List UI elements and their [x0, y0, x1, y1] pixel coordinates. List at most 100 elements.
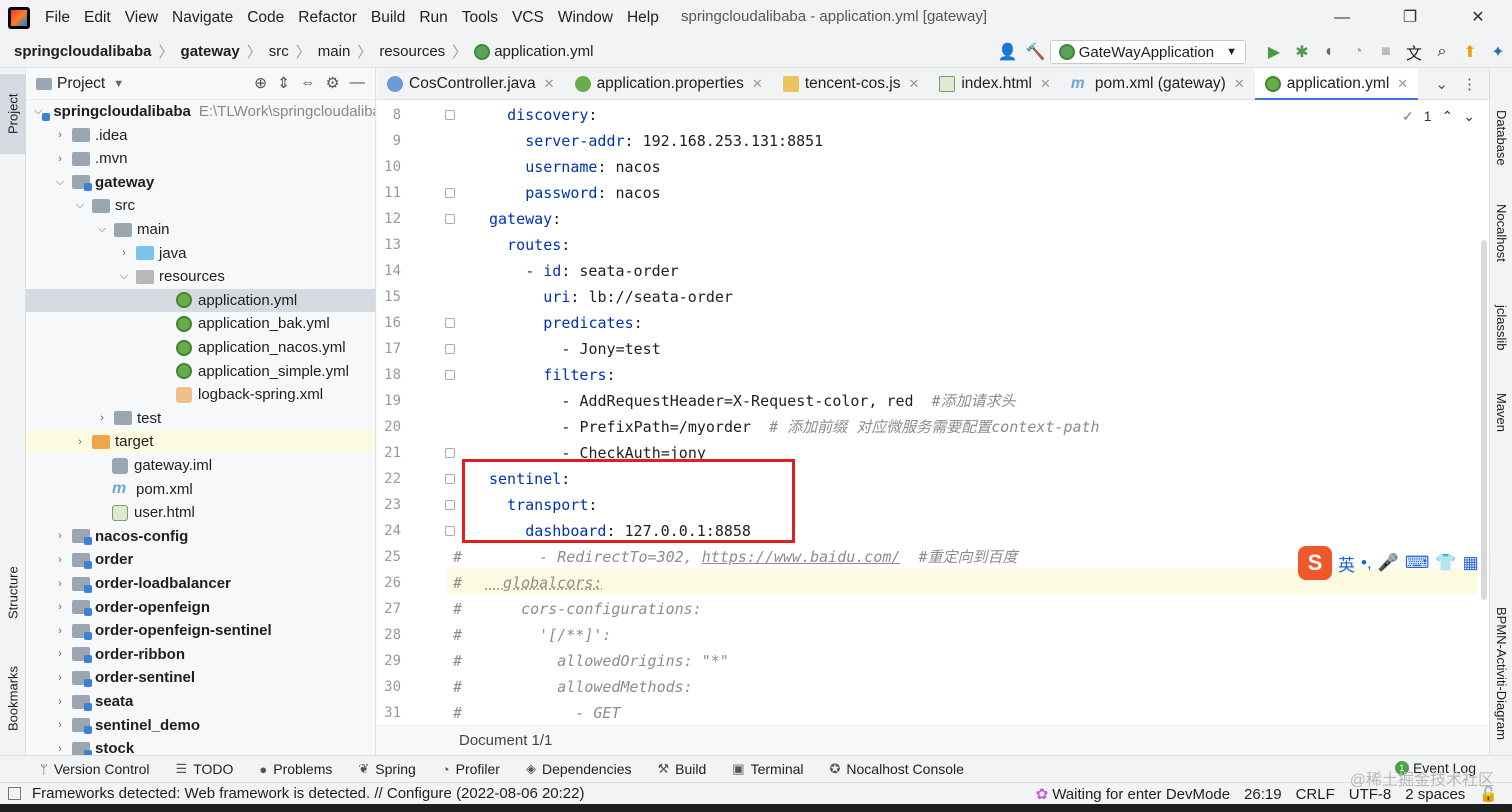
chevron-right-icon[interactable]: ›	[54, 672, 66, 684]
menu-vcs[interactable]: VCS	[505, 9, 551, 27]
chevron-right-icon[interactable]: ›	[54, 696, 66, 708]
tree-item[interactable]: › order-openfeign-sentinel	[26, 619, 375, 642]
more-icon[interactable]: ⋮	[1462, 75, 1477, 93]
tree-item[interactable]: › stock	[26, 737, 375, 755]
tree-item[interactable]: ⌵ gateway	[26, 171, 375, 194]
user-icon[interactable]: 👤	[995, 39, 1021, 65]
profile-icon[interactable]: ◔	[1345, 39, 1371, 65]
microphone-icon[interactable]: 🎤	[1378, 553, 1399, 573]
status-toggle-icon[interactable]	[8, 787, 21, 800]
chevron-down-icon[interactable]: ⌵	[118, 270, 130, 283]
tree-item[interactable]: logback-spring.xml	[26, 383, 375, 406]
stop-icon[interactable]: ■	[1373, 39, 1399, 65]
tree-item[interactable]: › order	[26, 548, 375, 571]
bookmarks-tool-tab[interactable]: Bookmarks	[0, 648, 26, 748]
breadcrumb-file[interactable]: application.yml	[494, 43, 593, 60]
tree-item[interactable]: ⌵ main	[26, 218, 375, 241]
tree-item[interactable]: › target	[26, 430, 375, 454]
grid-icon[interactable]: ▦	[1463, 553, 1479, 573]
line-separator[interactable]: CRLF	[1296, 786, 1335, 803]
chevron-right-icon[interactable]: ›	[54, 625, 66, 637]
chevron-right-icon[interactable]: ›	[54, 601, 66, 613]
tree-item[interactable]: › sentinel_demo	[26, 714, 375, 737]
breadcrumb-resources[interactable]: resources	[379, 43, 445, 60]
tool-problems[interactable]: ● Problems	[259, 761, 332, 777]
tree-item[interactable]: › test	[26, 407, 375, 430]
plugin-icon[interactable]: ✦	[1485, 39, 1511, 65]
caret-position[interactable]: 26:19	[1244, 786, 1282, 803]
restore-button[interactable]: ❐	[1376, 0, 1444, 36]
gear-icon[interactable]: ⚙	[326, 74, 340, 93]
chevron-down-icon[interactable]: ⌵	[54, 176, 66, 189]
chevron-right-icon[interactable]: ›	[54, 578, 66, 590]
tree-item[interactable]: application_nacos.yml	[26, 336, 375, 359]
fold-marker-icon[interactable]	[445, 214, 455, 224]
update-icon[interactable]: ⬆	[1457, 39, 1483, 65]
chevron-right-icon[interactable]: ›	[54, 648, 66, 660]
tree-item[interactable]: › order-loadbalancer	[26, 572, 375, 595]
tree-item[interactable]: user.html	[26, 501, 375, 524]
locate-icon[interactable]: ⊕	[254, 74, 267, 93]
menu-file[interactable]: File	[38, 9, 77, 27]
menu-run[interactable]: Run	[412, 9, 454, 27]
maven-tool-tab[interactable]: Maven	[1490, 388, 1512, 438]
comment-link[interactable]: https://www.baidu.com/	[702, 548, 901, 566]
menu-window[interactable]: Window	[551, 9, 620, 27]
status-message[interactable]: Frameworks detected: Web framework is de…	[32, 785, 585, 802]
coverage-icon[interactable]: ◐	[1317, 39, 1343, 65]
chevron-right-icon[interactable]: ›	[54, 530, 66, 542]
tab-pom-xml-gateway-[interactable]: m pom.xml (gateway) ✕	[1061, 68, 1255, 100]
close-tab-icon[interactable]: ✕	[1397, 76, 1408, 92]
debug-icon[interactable]: ✱	[1289, 39, 1315, 65]
menu-code[interactable]: Code	[240, 9, 291, 27]
tree-item[interactable]: › seata	[26, 690, 375, 713]
ime-punct-toggle[interactable]: •,	[1361, 553, 1372, 573]
menu-tools[interactable]: Tools	[455, 9, 505, 27]
breadcrumb-project[interactable]: springcloudalibaba	[14, 43, 152, 60]
tree-item[interactable]: › .idea	[26, 124, 375, 147]
chevron-down-icon[interactable]: ⌵	[96, 223, 108, 236]
search-icon[interactable]: ⌕	[1429, 39, 1455, 65]
chevron-right-icon[interactable]: ›	[54, 153, 66, 165]
close-tab-icon[interactable]: ✕	[908, 76, 919, 92]
nocalhost-tool-tab[interactable]: Nocalhost	[1490, 198, 1512, 268]
fold-marker-icon[interactable]	[445, 188, 455, 198]
fold-marker-icon[interactable]	[445, 344, 455, 354]
tab-tencent-cos-js[interactable]: tencent-cos.js ✕	[773, 68, 930, 100]
chevron-down-icon[interactable]: ⌵	[74, 199, 86, 212]
tool-dependencies[interactable]: ◈ Dependencies	[526, 761, 632, 777]
tab-index-html[interactable]: index.html ✕	[929, 68, 1061, 100]
skin-icon[interactable]: 👕	[1435, 553, 1456, 573]
fold-marker-icon[interactable]	[445, 318, 455, 328]
inspection-widget[interactable]: ✓ 1 ⌃ ⌄	[1402, 108, 1475, 125]
chevron-right-icon[interactable]: ›	[118, 247, 130, 259]
expand-all-icon[interactable]: ⇕	[277, 74, 290, 93]
chevron-down-icon[interactable]: ⌄	[1463, 108, 1475, 125]
tab-coscontroller-java[interactable]: CosController.java ✕	[377, 68, 565, 100]
tab-application-properties[interactable]: application.properties ✕	[565, 68, 773, 100]
tree-item[interactable]: › .mvn	[26, 147, 375, 170]
code-editor[interactable]: 8 9 10 11 12 13 14 15 16 17 18 19 20 21 22 23 24 25 26 27 28…	[377, 100, 1489, 725]
fold-marker-icon[interactable]	[445, 448, 455, 458]
tool-spring[interactable]: ❦ Spring	[358, 761, 415, 777]
menu-view[interactable]: View	[118, 9, 165, 27]
bpmn-tool-tab[interactable]: BPMN-Activiti-Diagram	[1490, 598, 1512, 748]
tree-item[interactable]: › order-ribbon	[26, 643, 375, 666]
close-tab-icon[interactable]: ✕	[1040, 76, 1051, 92]
tree-item[interactable]: application_bak.yml	[26, 312, 375, 335]
breadcrumb-main[interactable]: main	[318, 43, 351, 60]
tree-item[interactable]: m pom.xml	[26, 478, 375, 501]
tree-item[interactable]: › order-sentinel	[26, 666, 375, 689]
tree-item[interactable]: › nacos-config	[26, 525, 375, 548]
fold-marker-icon[interactable]	[445, 110, 455, 120]
project-panel-title[interactable]: Project	[57, 75, 105, 93]
devmode-status[interactable]: Waiting for enter DevMode	[1052, 786, 1230, 803]
chevron-right-icon[interactable]: ›	[54, 719, 66, 731]
tree-item[interactable]: › java	[26, 242, 375, 265]
chevron-up-icon[interactable]: ⌃	[1442, 108, 1454, 125]
database-tool-tab[interactable]: Database	[1490, 98, 1512, 178]
tree-item[interactable]: application.yml	[26, 288, 375, 312]
tree-item[interactable]: gateway.iml	[26, 454, 375, 477]
sogou-ime-logo[interactable]: S	[1298, 546, 1332, 580]
menu-navigate[interactable]: Navigate	[165, 9, 240, 27]
